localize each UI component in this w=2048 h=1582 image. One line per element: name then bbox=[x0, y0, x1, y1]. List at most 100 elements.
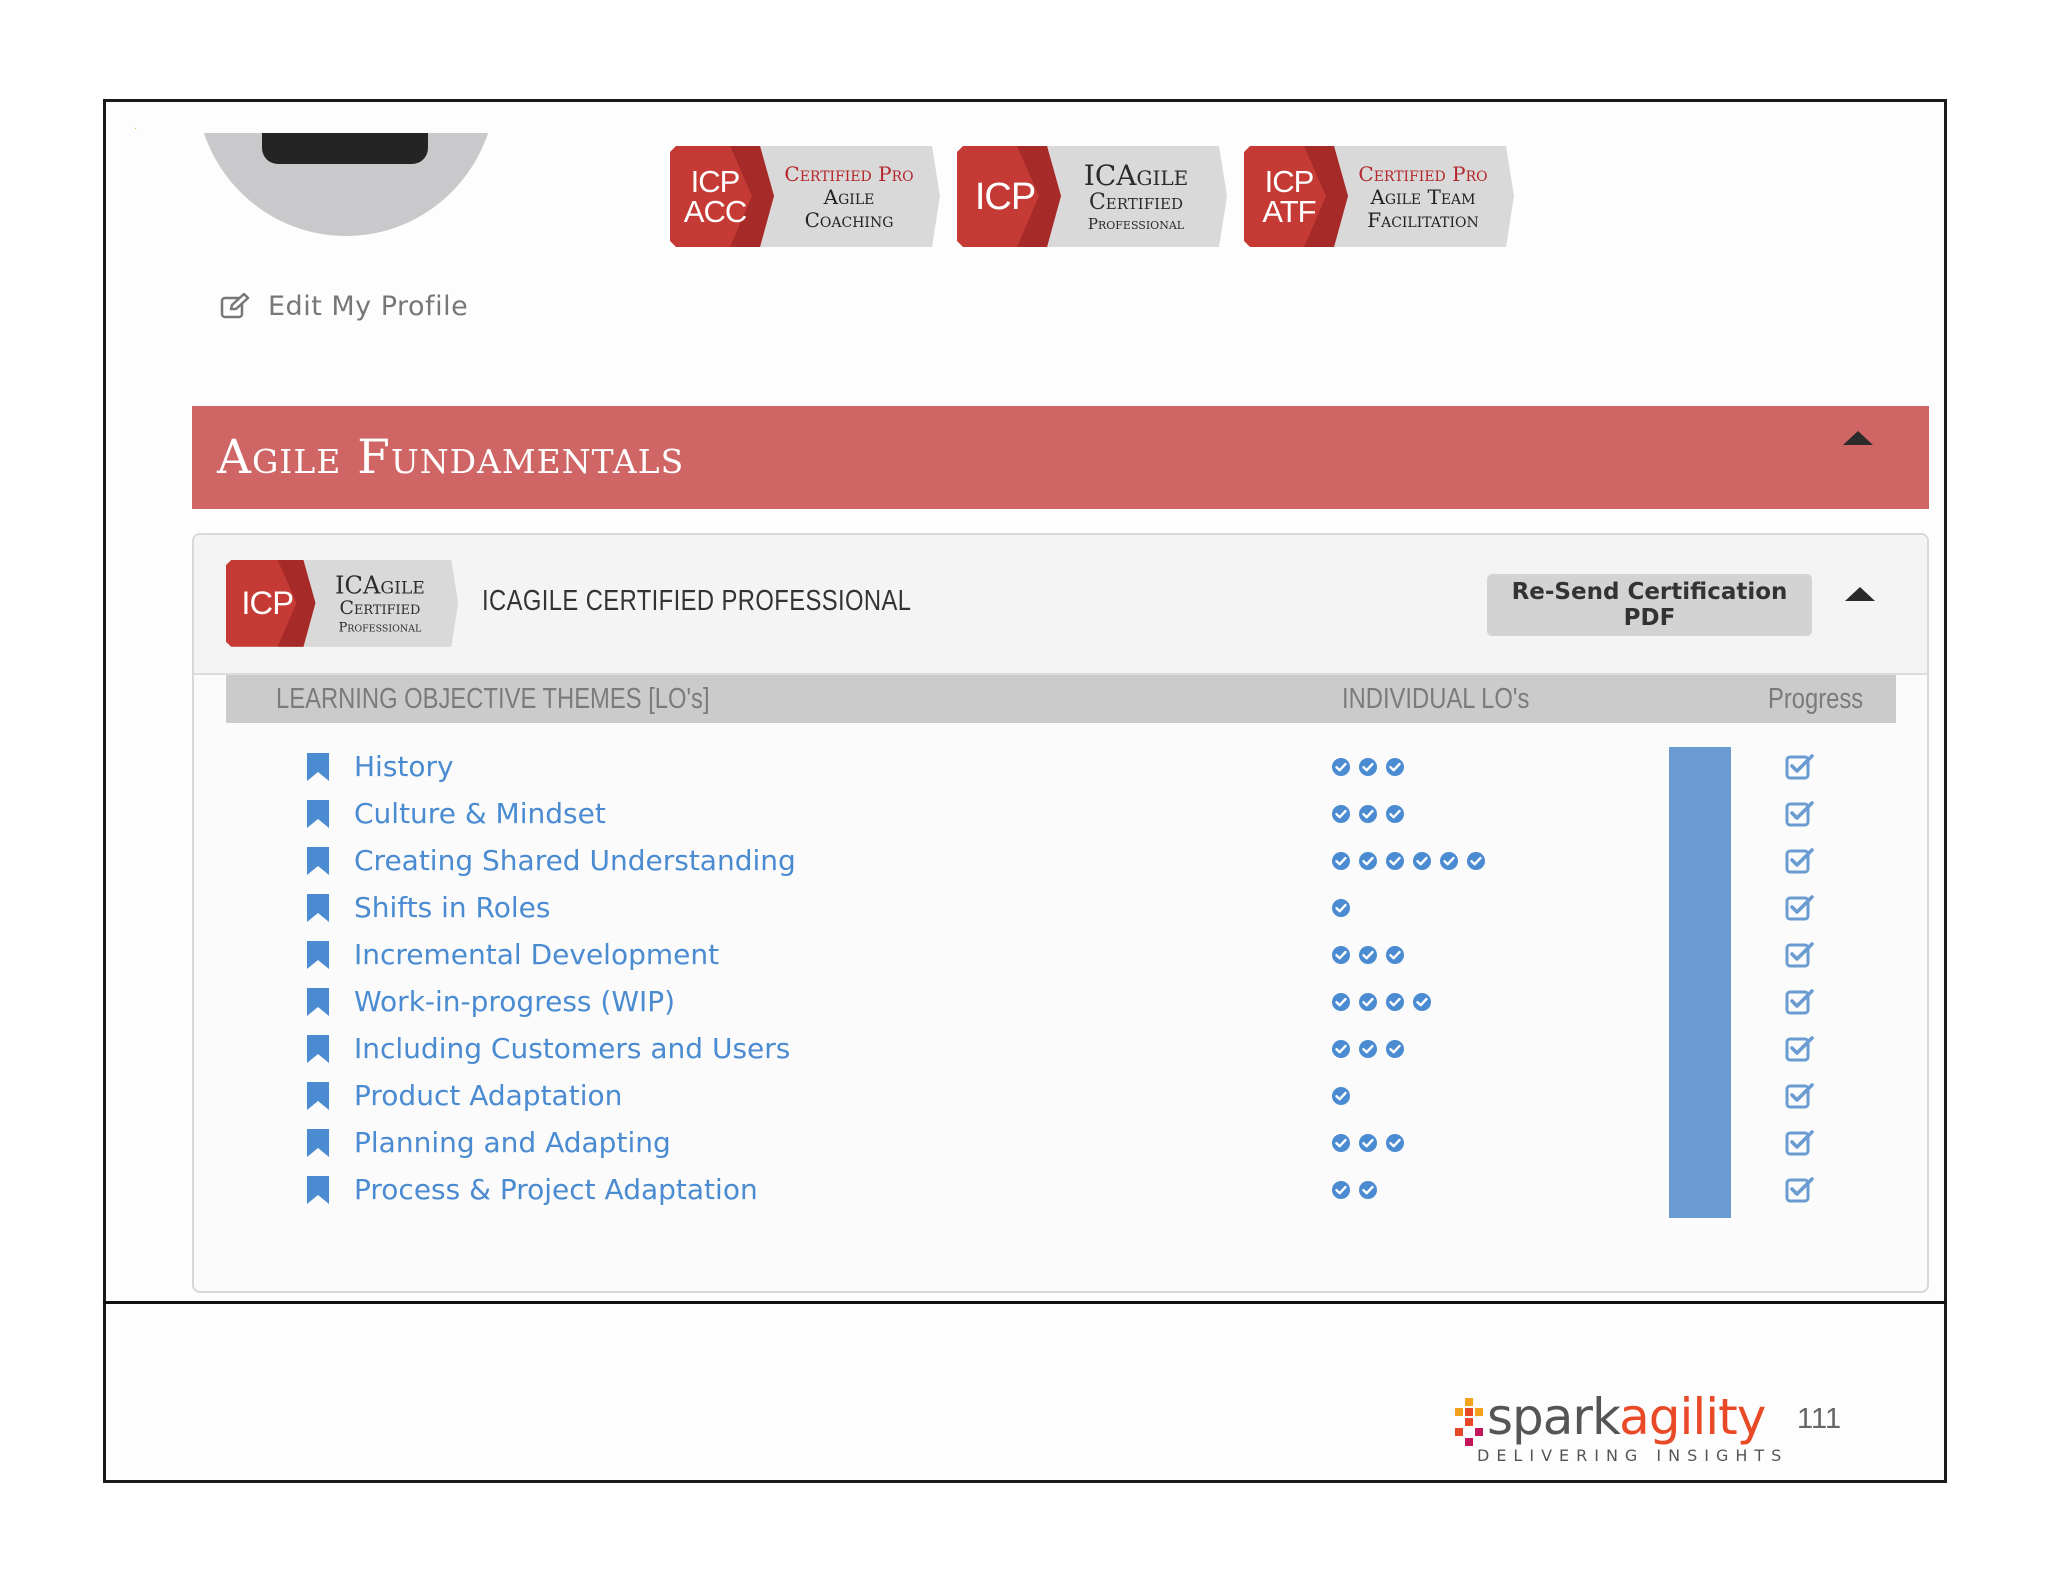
individual-lo-list bbox=[1331, 992, 1432, 1012]
check-circle-icon[interactable] bbox=[1412, 992, 1432, 1012]
badge-text-line2: Certified bbox=[1088, 189, 1184, 215]
check-circle-icon[interactable] bbox=[1385, 1039, 1405, 1059]
checkbox-checked-icon[interactable] bbox=[1785, 1176, 1815, 1204]
lo-theme-row: Creating Shared Understanding bbox=[194, 839, 1894, 886]
lo-theme-row: Including Customers and Users bbox=[194, 1027, 1894, 1074]
individual-lo-list bbox=[1331, 757, 1405, 777]
checkbox-checked-icon[interactable] bbox=[1785, 847, 1815, 875]
individual-lo-list bbox=[1331, 1039, 1405, 1059]
bookmark-icon bbox=[307, 941, 329, 969]
check-circle-icon[interactable] bbox=[1385, 945, 1405, 965]
check-circle-icon[interactable] bbox=[1385, 757, 1405, 777]
lo-theme-row: Product Adaptation bbox=[194, 1074, 1894, 1121]
check-circle-icon[interactable] bbox=[1331, 757, 1351, 777]
check-circle-icon[interactable] bbox=[1331, 945, 1351, 965]
bookmark-icon bbox=[307, 847, 329, 875]
bookmark-icon bbox=[307, 1129, 329, 1157]
badge-text-line1: ICAgile bbox=[1083, 158, 1189, 192]
lo-theme-link[interactable]: Planning and Adapting bbox=[354, 1126, 671, 1159]
checkbox-checked-icon[interactable] bbox=[1785, 988, 1815, 1016]
bookmark-icon bbox=[307, 988, 329, 1016]
badge-text-line2: Agile bbox=[823, 184, 875, 209]
check-circle-icon[interactable] bbox=[1358, 1180, 1378, 1200]
badge-text-line2: Certified bbox=[339, 597, 421, 619]
column-progress: Progress bbox=[1768, 683, 1864, 715]
avatar-shadow bbox=[262, 133, 428, 164]
badge-text-line1: Certified Pro bbox=[1358, 161, 1488, 186]
check-circle-icon[interactable] bbox=[1331, 804, 1351, 824]
section-title: Agile Fundamentals bbox=[217, 430, 685, 485]
badge-code-line2: ACC bbox=[683, 193, 747, 229]
resend-certification-button[interactable]: Re-Send Certification PDF bbox=[1487, 574, 1812, 636]
column-individual: INDIVIDUAL LO's bbox=[1342, 683, 1530, 715]
check-circle-icon[interactable] bbox=[1385, 804, 1405, 824]
lo-theme-row: Work-in-progress (WIP) bbox=[194, 980, 1894, 1027]
check-circle-icon[interactable] bbox=[1412, 851, 1432, 871]
lo-theme-link[interactable]: History bbox=[354, 750, 454, 783]
check-circle-icon[interactable] bbox=[1385, 992, 1405, 1012]
lo-theme-link[interactable]: Including Customers and Users bbox=[354, 1032, 790, 1065]
lo-theme-link[interactable]: Incremental Development bbox=[354, 938, 719, 971]
checkbox-checked-icon[interactable] bbox=[1785, 894, 1815, 922]
check-circle-icon[interactable] bbox=[1439, 851, 1459, 871]
check-circle-icon[interactable] bbox=[1358, 804, 1378, 824]
slide-divider bbox=[103, 1301, 1947, 1304]
edit-profile-label: Edit My Profile bbox=[268, 290, 469, 322]
check-circle-icon[interactable] bbox=[1331, 992, 1351, 1012]
bookmark-icon bbox=[307, 1176, 329, 1204]
individual-lo-list bbox=[1331, 945, 1405, 965]
bookmark-icon bbox=[307, 800, 329, 828]
lo-theme-row: Incremental Development bbox=[194, 933, 1894, 980]
check-circle-icon[interactable] bbox=[1358, 1133, 1378, 1153]
check-circle-icon[interactable] bbox=[1358, 851, 1378, 871]
check-circle-icon[interactable] bbox=[1358, 1039, 1378, 1059]
check-circle-icon[interactable] bbox=[1331, 1180, 1351, 1200]
badge-text-line1: Certified Pro bbox=[784, 161, 914, 186]
checkbox-checked-icon[interactable] bbox=[1785, 800, 1815, 828]
checkbox-checked-icon[interactable] bbox=[1785, 1082, 1815, 1110]
checkbox-checked-icon[interactable] bbox=[1785, 941, 1815, 969]
sparkagility-logo: sparkagility DELIVERING INSIGHTS bbox=[1455, 1388, 1795, 1470]
badge-text-line1: ICAgile bbox=[335, 570, 425, 600]
check-circle-icon[interactable] bbox=[1385, 1133, 1405, 1153]
caret-up-icon[interactable] bbox=[1843, 431, 1873, 445]
check-circle-icon[interactable] bbox=[1331, 1133, 1351, 1153]
certification-title: ICAGILE CERTIFIED PROFESSIONAL bbox=[482, 585, 912, 617]
badge-code-line1: ICP bbox=[974, 175, 1036, 218]
lo-theme-link[interactable]: Product Adaptation bbox=[354, 1079, 622, 1112]
caret-up-icon[interactable] bbox=[1845, 587, 1875, 601]
lo-theme-row: Culture & Mindset bbox=[194, 792, 1894, 839]
certification-panel: ICP ICAgile Certified Professional ICAGI… bbox=[192, 533, 1929, 1293]
lo-theme-link[interactable]: Process & Project Adaptation bbox=[354, 1173, 758, 1206]
checkbox-checked-icon[interactable] bbox=[1785, 1129, 1815, 1157]
section-header: Agile Fundamentals bbox=[192, 406, 1929, 509]
edit-profile-link[interactable]: Edit My Profile bbox=[220, 286, 468, 326]
checkbox-checked-icon[interactable] bbox=[1785, 753, 1815, 781]
check-circle-icon[interactable] bbox=[1331, 1039, 1351, 1059]
lo-theme-link[interactable]: Shifts in Roles bbox=[354, 891, 550, 924]
check-circle-icon[interactable] bbox=[1358, 992, 1378, 1012]
lo-theme-row: Planning and Adapting bbox=[194, 1121, 1894, 1168]
individual-lo-list bbox=[1331, 898, 1351, 918]
badge-text-line3: Facilitation bbox=[1367, 207, 1479, 232]
check-circle-icon[interactable] bbox=[1331, 898, 1351, 918]
lo-theme-link[interactable]: Creating Shared Understanding bbox=[354, 844, 796, 877]
bookmark-icon bbox=[307, 1082, 329, 1110]
logo-wordmark: sparkagility bbox=[1487, 1388, 1766, 1446]
page-number: 111 bbox=[1797, 1403, 1842, 1435]
check-circle-icon[interactable] bbox=[1385, 851, 1405, 871]
logo-mark bbox=[1455, 1398, 1483, 1446]
check-circle-icon[interactable] bbox=[1331, 851, 1351, 871]
check-circle-icon[interactable] bbox=[1358, 945, 1378, 965]
lo-theme-row: Process & Project Adaptation bbox=[194, 1168, 1894, 1215]
badge-code-line2: ATF bbox=[1262, 193, 1316, 229]
check-circle-icon[interactable] bbox=[1331, 1086, 1351, 1106]
certification-badge: ICP ICAgile Certified Professional bbox=[226, 560, 459, 647]
checkbox-checked-icon[interactable] bbox=[1785, 1035, 1815, 1063]
check-circle-icon[interactable] bbox=[1466, 851, 1486, 871]
lo-theme-link[interactable]: Work-in-progress (WIP) bbox=[354, 985, 675, 1018]
lo-theme-link[interactable]: Culture & Mindset bbox=[354, 797, 606, 830]
bookmark-icon bbox=[307, 1035, 329, 1063]
bookmark-icon bbox=[307, 753, 329, 781]
check-circle-icon[interactable] bbox=[1358, 757, 1378, 777]
